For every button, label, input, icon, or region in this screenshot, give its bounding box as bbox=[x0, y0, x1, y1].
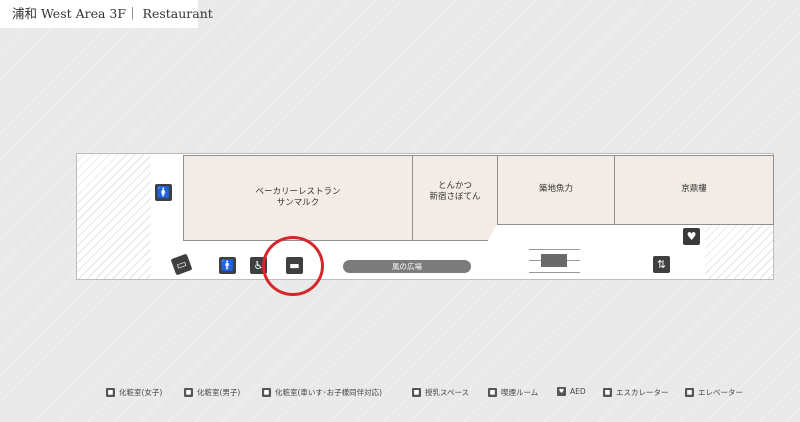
elevator-icon: ■ bbox=[685, 388, 694, 397]
legend-item: ■ 喫煙ルーム bbox=[488, 387, 538, 398]
store-tsukiji-uoriki[interactable]: 築地魚力 bbox=[497, 155, 615, 225]
aed-icon[interactable]: ♥ bbox=[683, 228, 700, 245]
restroom-women-icon[interactable]: 🚺 bbox=[155, 184, 172, 201]
legend-label: AED bbox=[570, 387, 586, 396]
hatched-area-right bbox=[705, 224, 773, 279]
floor-map: ベーカリーレストラン サンマルク とんかつ 新宿さぼてん 築地魚力 京鼎樓 風の… bbox=[76, 153, 774, 280]
store-din-tai-fung[interactable]: 京鼎樓 bbox=[614, 155, 774, 225]
restroom-men-icon[interactable]: 🚹 bbox=[219, 257, 236, 274]
escalator-icon[interactable] bbox=[529, 249, 580, 273]
escalator-icon: ■ bbox=[603, 388, 612, 397]
store-bakery-saint-marc[interactable]: ベーカリーレストラン サンマルク bbox=[183, 155, 413, 241]
legend-label: エスカレーター bbox=[616, 388, 669, 397]
plaza-label: 風の広場 bbox=[343, 260, 471, 273]
legend-label: 授乳スペース bbox=[425, 388, 470, 397]
restroom-men-icon: ■ bbox=[184, 388, 193, 397]
restroom-women-icon: ■ bbox=[106, 388, 115, 397]
map-legend: ■ 化粧室(女子) ■ 化粧室(男子) ■ 化粧室(車いす･お子様同伴対応) ■ 授乳ス… bbox=[0, 387, 800, 403]
legend-label: エレベーター bbox=[698, 388, 743, 397]
legend-item: ■ 化粧室(女子) bbox=[106, 387, 162, 398]
elevator-icon[interactable]: ⇅ bbox=[653, 256, 670, 273]
store-name-line2: 新宿さぼてん bbox=[429, 192, 481, 202]
legend-item: ♥ AED bbox=[557, 387, 586, 396]
nursing-room-icon: ■ bbox=[412, 388, 421, 397]
hatched-area-left bbox=[77, 154, 151, 279]
legend-item: ■ エレベーター bbox=[685, 387, 743, 398]
legend-item: ■ 化粧室(男子) bbox=[184, 387, 240, 398]
legend-item: ■ 授乳スペース bbox=[412, 387, 469, 398]
legend-label: 喫煙ルーム bbox=[501, 388, 539, 397]
store-name-line1: とんかつ bbox=[437, 180, 472, 191]
store-name-line1: ベーカリーレストラン bbox=[255, 186, 341, 197]
store-name-line2: サンマルク bbox=[276, 198, 320, 208]
smoking-room-icon: ■ bbox=[488, 388, 497, 397]
store-name: 京鼎樓 bbox=[681, 184, 707, 195]
aed-icon: ♥ bbox=[557, 387, 566, 396]
page-title: 浦和 West Area 3F｜ Restaurant bbox=[0, 0, 213, 28]
store-tonkatsu-saboten[interactable]: とんかつ 新宿さぼてん bbox=[412, 155, 498, 241]
legend-label: 化粧室(女子) bbox=[119, 388, 163, 397]
highlight-circle bbox=[262, 236, 324, 296]
legend-label: 化粧室(男子) bbox=[197, 388, 241, 397]
legend-item: ■ エスカレーター bbox=[603, 387, 669, 398]
accessible-restroom-icon: ■ bbox=[262, 388, 271, 397]
store-name: 築地魚力 bbox=[538, 184, 573, 195]
legend-label: 化粧室(車いす･お子様同伴対応) bbox=[275, 388, 383, 397]
legend-item: ■ 化粧室(車いす･お子様同伴対応) bbox=[262, 387, 382, 398]
